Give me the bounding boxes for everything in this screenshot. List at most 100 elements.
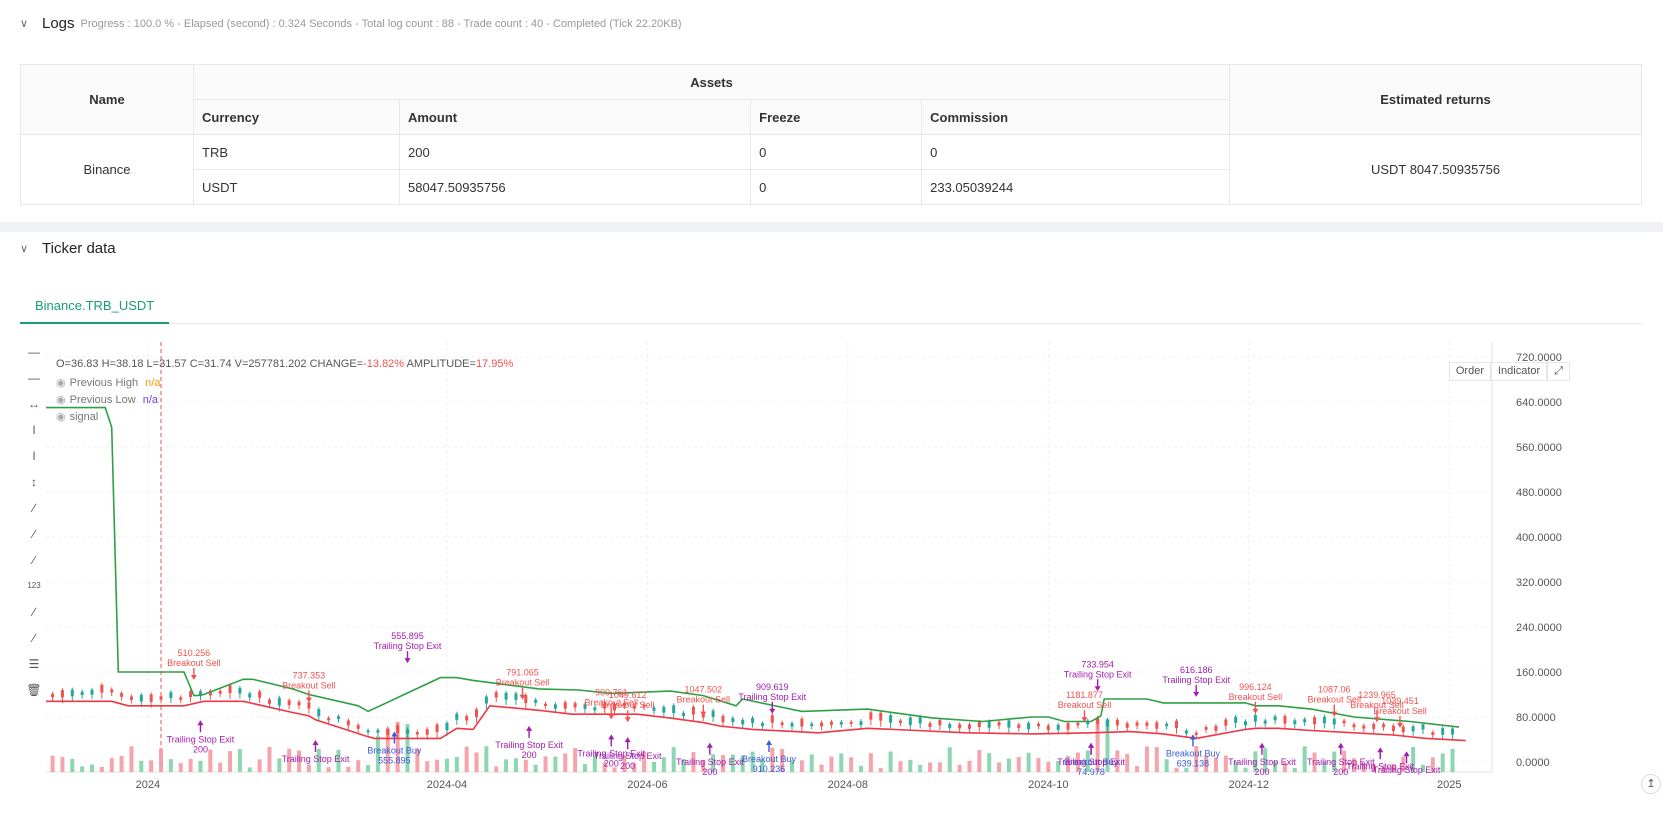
volume-bar xyxy=(829,756,834,772)
candle-body xyxy=(1234,716,1238,723)
signal-label: Breakout Buy xyxy=(1166,748,1221,758)
volume-bar xyxy=(543,756,548,772)
signal-label: Breakout Sell xyxy=(167,658,221,668)
ohlc-amplitude-label: AMPLITUDE= xyxy=(406,358,476,370)
candle-body xyxy=(1441,728,1445,735)
candle-body xyxy=(1204,727,1208,730)
candle-body xyxy=(1303,719,1307,723)
eye-icon[interactable]: ◉ xyxy=(56,411,66,423)
volume-bar xyxy=(435,759,440,772)
volume-bar xyxy=(474,752,479,772)
candle-body xyxy=(1332,718,1336,725)
volume-bar xyxy=(997,762,1002,772)
volume-bar xyxy=(967,760,972,772)
x-tick-label: 2024-04 xyxy=(427,779,467,791)
indicator-button[interactable]: Indicator xyxy=(1490,362,1548,381)
volume-bar xyxy=(70,758,75,772)
candle-body xyxy=(356,725,360,729)
candle-body xyxy=(376,730,380,733)
logs-header[interactable]: ∨ Logs Progress : 100.0 % - Elapsed (sec… xyxy=(20,15,682,32)
signal-value: 1087.06 xyxy=(1318,685,1351,695)
candle-body xyxy=(534,699,538,703)
candle-body xyxy=(179,697,183,700)
chevron-down-icon[interactable]: ∨ xyxy=(20,18,30,29)
legend-previous-high[interactable]: ◉ Previous High n/a xyxy=(56,376,160,389)
candle-body xyxy=(504,692,508,700)
col-freeze: Freeze xyxy=(750,99,923,135)
legend-signal[interactable]: ◉ signal xyxy=(56,410,98,423)
ohlc-amplitude: 17.95% xyxy=(475,358,514,370)
candle-body xyxy=(1184,730,1188,734)
assets-table: Name Assets Estimated returns Currency A… xyxy=(19,64,1642,205)
volume-bar xyxy=(1174,767,1179,772)
x-tick-label: 2024-08 xyxy=(828,779,868,791)
candle-body xyxy=(1401,726,1405,733)
volume-bar xyxy=(957,764,962,772)
y-tick-label: 240.0000 xyxy=(1516,622,1562,634)
chevron-down-icon[interactable]: ∨ xyxy=(20,243,30,254)
expand-icon[interactable]: ⤢ xyxy=(1547,362,1570,381)
candle-body xyxy=(297,701,301,706)
candle-body xyxy=(238,687,242,694)
volume-bar xyxy=(178,763,183,772)
candle-body xyxy=(445,722,449,731)
estimated-returns-value: USDT 8047.50935756 xyxy=(1229,134,1642,205)
candle-body xyxy=(1194,732,1198,735)
ohlc-change: -13.82% xyxy=(363,358,405,370)
candle-body xyxy=(849,721,853,724)
volume-bar xyxy=(444,758,449,772)
legend-label: Previous Low xyxy=(69,394,136,406)
candle-body xyxy=(120,693,124,697)
col-commission: Commission xyxy=(921,99,1231,135)
y-tick-label: 0.0000 xyxy=(1516,757,1550,769)
candle-body xyxy=(859,721,863,725)
volume-bar xyxy=(90,764,95,772)
volume-bar xyxy=(306,764,311,772)
header-name: Name xyxy=(19,64,195,135)
candle-body xyxy=(1017,724,1021,728)
signal-label: Trailing Stop Exit xyxy=(738,692,806,702)
scroll-top-icon[interactable]: ↥ xyxy=(1641,774,1661,794)
candle-body xyxy=(406,729,409,734)
ticker-header[interactable]: ∨ Ticker data xyxy=(20,240,116,257)
candle-body xyxy=(1273,716,1277,721)
candle-body xyxy=(790,723,794,727)
eye-icon[interactable]: ◉ xyxy=(56,394,66,406)
x-tick-label: 2024-12 xyxy=(1229,779,1269,791)
price-chart[interactable]: 720.0000640.0000560.0000480.0000400.0000… xyxy=(20,342,1663,824)
candle-body xyxy=(1322,716,1326,724)
candle-body xyxy=(593,707,597,711)
volume-bar xyxy=(582,764,587,772)
volume-bar xyxy=(1144,746,1149,772)
candle-body xyxy=(159,696,163,700)
candle-body xyxy=(1056,724,1060,730)
candle-body xyxy=(770,715,774,723)
volume-bar xyxy=(1154,747,1159,772)
signal-value: 1181.877 xyxy=(1066,690,1103,700)
candle-body xyxy=(1263,720,1267,724)
candle-body xyxy=(1382,724,1386,728)
volume-bar xyxy=(947,747,952,772)
y-tick-label: 320.0000 xyxy=(1516,577,1562,589)
candle-body xyxy=(1224,719,1228,726)
volume-bar xyxy=(464,746,469,772)
candle-body xyxy=(711,710,715,717)
volume-bar xyxy=(937,762,942,772)
candle-body xyxy=(1362,725,1366,729)
signal-label: Trailing Stop Exit xyxy=(282,754,350,764)
exchange-name: Binance xyxy=(19,134,195,205)
tab-binance-trb-usdt[interactable]: Binance.TRB_USDT xyxy=(20,288,170,324)
signal-label: Trailing Stop Exit xyxy=(167,734,235,744)
order-button[interactable]: Order xyxy=(1448,362,1491,381)
legend-previous-low[interactable]: ◉ Previous Low n/a xyxy=(56,393,158,406)
eye-icon[interactable]: ◉ xyxy=(56,377,66,389)
signal-label: Breakout Sell xyxy=(677,695,731,705)
candle-body xyxy=(110,689,114,693)
chart-area[interactable]: — — ↔ ǀ ǀ ↕ ∕ ∕ ∕ 123 ∕ ∕ ☰ 🗑 720.0000 64… xyxy=(20,342,1663,824)
candle-body xyxy=(1036,723,1040,727)
volume-bar xyxy=(267,746,272,772)
ticker-title: Ticker data xyxy=(42,240,116,257)
chart-buttons: Order Indicator ⤢ xyxy=(1448,362,1570,381)
volume-bar xyxy=(513,758,518,772)
candle-body xyxy=(129,696,133,700)
